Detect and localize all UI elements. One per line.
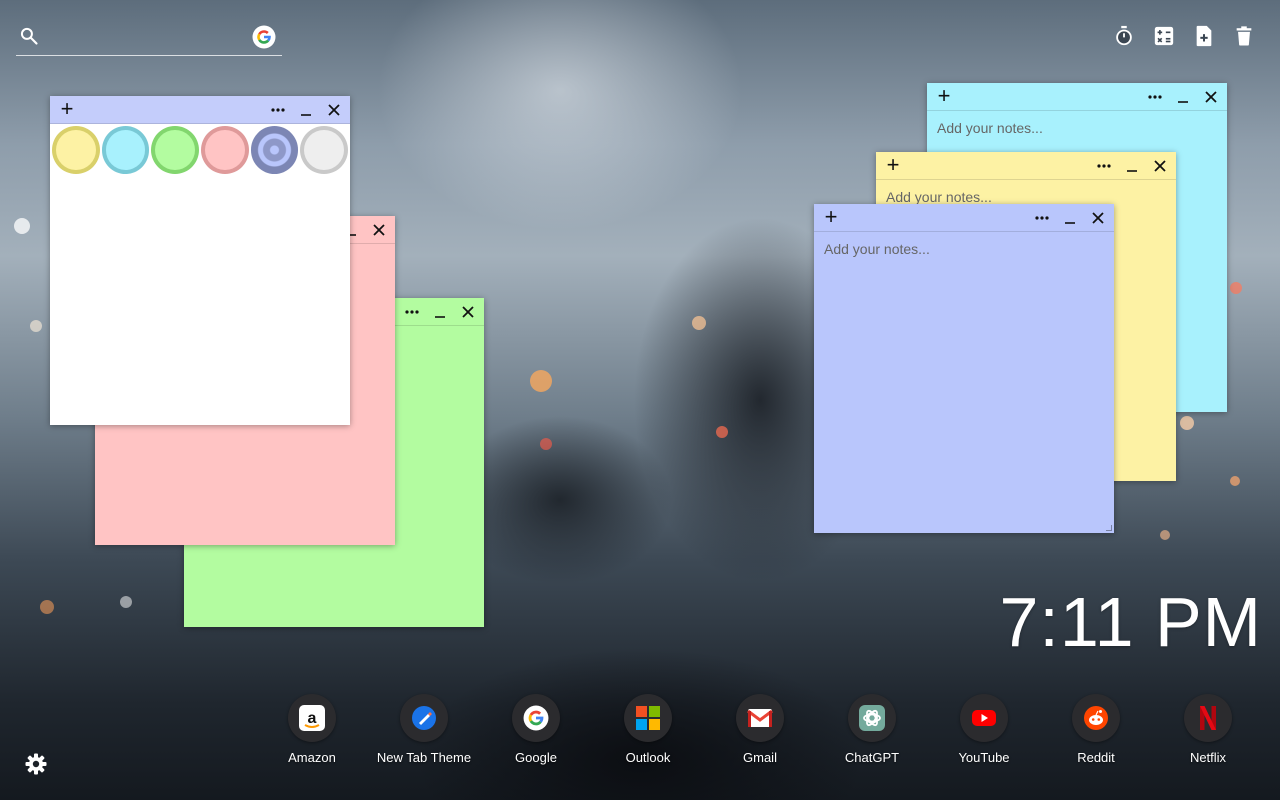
svg-text:a: a — [308, 710, 317, 727]
calculator-icon[interactable] — [1152, 24, 1176, 48]
gear-icon[interactable] — [24, 752, 48, 776]
more-options-icon[interactable] — [1096, 158, 1112, 174]
more-options-icon[interactable] — [404, 304, 420, 320]
shortcut-chatgpt[interactable]: ChatGPT — [816, 694, 928, 765]
shortcut-new-tab-theme[interactable]: New Tab Theme — [368, 694, 480, 765]
sticky-note-blue[interactable]: + — [814, 204, 1114, 533]
new-note-icon[interactable] — [1192, 24, 1216, 48]
color-palette — [50, 125, 350, 177]
reddit-icon — [1072, 694, 1120, 742]
shortcut-label: New Tab Theme — [376, 750, 472, 765]
color-swatch-pink[interactable] — [201, 126, 249, 174]
gmail-icon — [736, 694, 784, 742]
shortcut-outlook[interactable]: Outlook — [592, 694, 704, 765]
top-toolbar — [1112, 24, 1256, 48]
sticky-note-white[interactable]: + — [50, 96, 350, 425]
resize-handle[interactable] — [1106, 525, 1112, 531]
new-tab-theme-icon — [400, 694, 448, 742]
google-logo-icon[interactable] — [252, 25, 276, 49]
shortcut-label: Reddit — [1077, 750, 1115, 765]
minimize-icon[interactable] — [1124, 158, 1140, 174]
amazon-icon: a — [288, 694, 336, 742]
add-note-icon[interactable]: + — [882, 154, 904, 176]
minimize-icon[interactable] — [1175, 89, 1191, 105]
close-icon[interactable] — [1203, 89, 1219, 105]
note-header[interactable]: + — [50, 96, 350, 124]
chatgpt-icon — [848, 694, 896, 742]
shortcut-google[interactable]: Google — [480, 694, 592, 765]
color-swatch-yellow[interactable] — [52, 126, 100, 174]
minimize-icon[interactable] — [432, 304, 448, 320]
color-swatch-cyan[interactable] — [101, 126, 150, 174]
color-swatch-green[interactable] — [151, 126, 200, 174]
shortcut-label: YouTube — [958, 750, 1010, 765]
shortcut-netflix[interactable]: Netflix — [1152, 694, 1264, 765]
shortcut-label: Amazon — [288, 750, 336, 765]
note-header[interactable]: + — [814, 204, 1114, 232]
shortcut-bar: a Amazon New Tab Theme Google Outlook Gm… — [256, 694, 1264, 765]
note-header[interactable]: + — [927, 83, 1227, 111]
close-icon[interactable] — [1090, 210, 1106, 226]
clock: 7:11 PM — [999, 583, 1262, 661]
shortcut-youtube[interactable]: YouTube — [928, 694, 1040, 765]
close-icon[interactable] — [371, 222, 387, 238]
shortcut-label: Outlook — [625, 750, 671, 765]
search-bar[interactable] — [16, 20, 282, 56]
add-note-icon[interactable]: + — [933, 85, 955, 107]
note-header[interactable]: + — [876, 152, 1176, 180]
netflix-icon — [1184, 694, 1232, 742]
more-options-icon[interactable] — [1147, 89, 1163, 105]
color-swatch-blue[interactable] — [250, 126, 299, 174]
close-icon[interactable] — [460, 304, 476, 320]
note-textarea[interactable] — [814, 233, 1114, 533]
close-icon[interactable] — [1152, 158, 1168, 174]
search-icon[interactable] — [19, 26, 39, 46]
shortcut-reddit[interactable]: Reddit — [1040, 694, 1152, 765]
shortcut-label: Gmail — [743, 750, 777, 765]
shortcut-label: Netflix — [1189, 750, 1227, 765]
search-input[interactable] — [52, 24, 242, 50]
add-note-icon[interactable]: + — [820, 206, 842, 228]
shortcut-gmail[interactable]: Gmail — [704, 694, 816, 765]
minimize-icon[interactable] — [1062, 210, 1078, 226]
google-icon — [512, 694, 560, 742]
trash-icon[interactable] — [1232, 24, 1256, 48]
more-options-icon[interactable] — [1034, 210, 1050, 226]
shortcut-label: ChatGPT — [844, 750, 900, 765]
shortcut-amazon[interactable]: a Amazon — [256, 694, 368, 765]
youtube-icon — [960, 694, 1008, 742]
shortcut-label: Google — [515, 750, 557, 765]
outlook-icon — [624, 694, 672, 742]
stopwatch-icon[interactable] — [1112, 24, 1136, 48]
minimize-icon[interactable] — [298, 102, 314, 118]
more-options-icon[interactable] — [270, 102, 286, 118]
close-icon[interactable] — [326, 102, 342, 118]
add-note-icon[interactable]: + — [56, 98, 78, 120]
color-swatch-white[interactable] — [300, 126, 348, 174]
